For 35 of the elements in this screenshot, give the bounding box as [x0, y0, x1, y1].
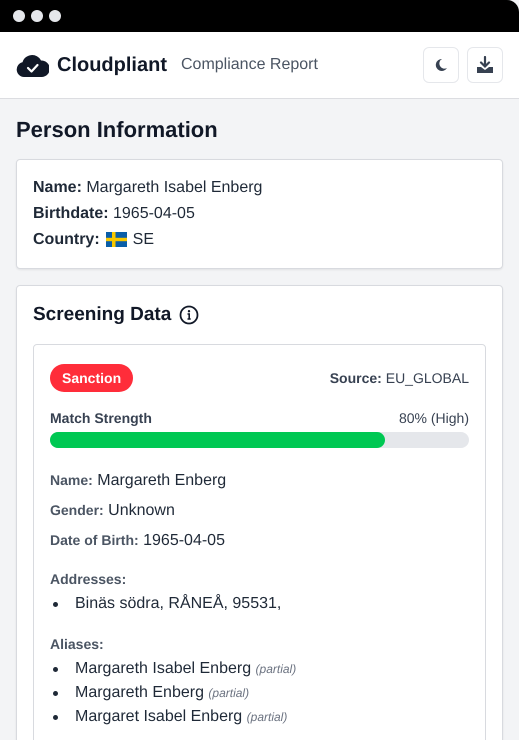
moon-icon — [434, 58, 448, 72]
page-subtitle: Compliance Report — [180, 56, 319, 74]
flag-icon — [106, 232, 127, 247]
info-line: Birthdate: 1965-04-05 — [33, 204, 196, 224]
list-heading: Aliases: — [50, 636, 105, 652]
bullet-icon — [53, 714, 58, 720]
bullet-icon — [53, 690, 58, 696]
dark-mode-button[interactable] — [423, 47, 459, 83]
alias-text: Margareth Isabel Enberg (partial) — [75, 659, 296, 679]
match-strength-label: Match Strength — [50, 410, 152, 426]
cloud-check-icon — [16, 53, 49, 77]
info-line: Name: Margareth Isabel Enberg — [33, 178, 264, 198]
match-strength-reading: 80% (High) — [398, 410, 469, 426]
download-icon — [476, 56, 494, 74]
alias-text: Margaret Isabel Enberg (partial) — [75, 707, 288, 727]
download-button[interactable] — [467, 47, 503, 83]
window-control-icon[interactable] — [31, 10, 43, 22]
bullet-icon — [53, 666, 58, 672]
brand-name: Cloudpliant — [57, 54, 167, 76]
match-field: Date of Birth: 1965-04-05 — [50, 530, 469, 551]
address-text: Binäs södra, RÅNEÅ, 95531, — [75, 593, 282, 614]
section-heading: Person Information — [16, 117, 219, 143]
list-heading: Addresses: — [50, 571, 128, 587]
alias-text: Margareth Enberg (partial) — [75, 683, 250, 703]
field-label: Country: — [33, 230, 100, 250]
country-code: SE — [132, 230, 154, 250]
match-field: Name: Margareth Enberg — [50, 470, 469, 491]
bullet-icon — [53, 602, 58, 606]
match-field: Gender: Unknown — [50, 500, 469, 521]
info-icon[interactable] — [179, 305, 200, 325]
source-text: Source: EU_GLOBAL — [330, 370, 469, 386]
section-heading: Screening Data — [33, 304, 172, 326]
window-control-icon[interactable] — [49, 10, 61, 22]
window-control-icon[interactable] — [13, 10, 25, 22]
match-type-badge: Sanction — [50, 364, 134, 392]
